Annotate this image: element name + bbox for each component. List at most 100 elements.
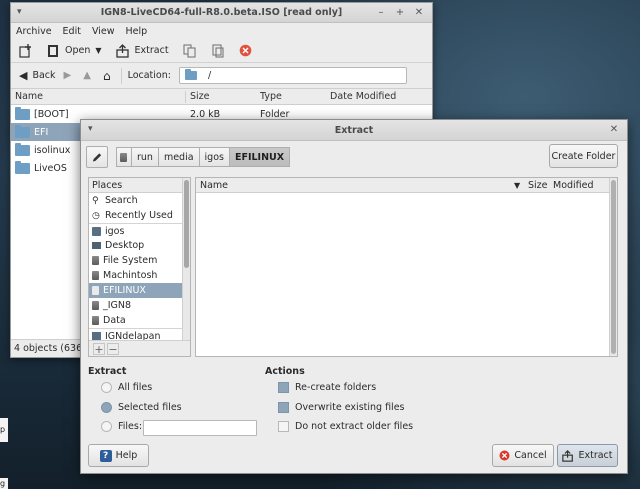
- overwrite-files-checkbox[interactable]: Overwrite existing files: [278, 402, 405, 413]
- menubar: Archive Edit View Help: [11, 23, 432, 39]
- column-size[interactable]: Size: [528, 180, 548, 191]
- column-type[interactable]: Type: [256, 91, 326, 102]
- cancel-label: Cancel: [514, 450, 547, 461]
- home-folder-icon: [92, 226, 101, 236]
- window-menu-icon[interactable]: ▾: [88, 124, 93, 134]
- back-button[interactable]: ◀ Back: [17, 66, 58, 86]
- all-files-label: All files: [118, 382, 153, 393]
- place-data[interactable]: Data: [89, 313, 190, 328]
- chevron-down-icon[interactable]: ▼: [95, 46, 101, 55]
- close-icon[interactable]: ✕: [607, 123, 621, 137]
- archive-titlebar[interactable]: ▾ IGN8-LiveCD64-full-R8.0.beta.ISO [read…: [11, 3, 432, 23]
- drive-icon: [92, 316, 99, 325]
- location-bar: ◀ Back ▶ ▲ ⌂ Location: /: [11, 63, 432, 89]
- recreate-folders-checkbox[interactable]: Re-create folders: [278, 382, 376, 393]
- type-location-button[interactable]: [86, 146, 108, 168]
- column-date-modified[interactable]: Date Modified: [326, 91, 396, 102]
- column-size[interactable]: Size: [186, 91, 256, 102]
- new-archive-button[interactable]: [17, 41, 34, 61]
- add-folder-icon: [212, 43, 224, 58]
- path-label: run: [137, 151, 153, 163]
- place-recently-used[interactable]: ◷ Recently Used: [89, 208, 190, 223]
- folder-icon: [15, 142, 30, 156]
- dialog-titlebar[interactable]: ▾ Extract ✕: [81, 120, 627, 141]
- place-file-system[interactable]: File System: [89, 253, 190, 268]
- place-desktop[interactable]: Desktop: [89, 238, 190, 253]
- extract-button[interactable]: Extract: [114, 41, 171, 61]
- place-search[interactable]: ⚲ Search: [89, 193, 190, 208]
- files-radio[interactable]: Files:: [101, 421, 142, 432]
- place-ign8[interactable]: _IGN8: [89, 298, 190, 313]
- place-label: igos: [105, 225, 125, 237]
- window-menu-icon[interactable]: ▾: [17, 7, 22, 17]
- extract-label: Extract: [134, 45, 169, 56]
- path-segment-efilinux[interactable]: EFILINUX: [228, 147, 291, 167]
- desktop-icon-label-fragment[interactable]: p: [0, 418, 8, 442]
- no-older-files-checkbox[interactable]: Do not extract older files: [278, 421, 413, 432]
- place-igos[interactable]: igos: [89, 223, 190, 238]
- drive-icon: [92, 271, 99, 280]
- add-folder-button[interactable]: [209, 41, 227, 61]
- sort-down-icon[interactable]: ▼: [514, 181, 520, 190]
- add-files-button[interactable]: [181, 41, 199, 61]
- create-folder-button[interactable]: Create Folder: [549, 144, 618, 168]
- clock-icon: ◷: [92, 210, 100, 221]
- column-modified[interactable]: Modified: [553, 180, 594, 191]
- cancel-icon: [499, 450, 510, 461]
- folder-contents: Name ▼ Size Modified: [195, 177, 618, 357]
- overwrite-files-label: Overwrite existing files: [295, 402, 405, 413]
- scroll-thumb[interactable]: [184, 180, 189, 268]
- places-scrollbar[interactable]: [182, 178, 190, 356]
- arrow-right-icon[interactable]: ▶: [64, 70, 72, 81]
- path-segment-run[interactable]: run: [131, 147, 159, 167]
- folder-icon: [15, 106, 30, 120]
- open-button[interactable]: Open ▼: [44, 41, 104, 61]
- arrow-left-icon: ◀: [19, 69, 28, 82]
- checkbox-icon: [278, 382, 289, 393]
- menu-help[interactable]: Help: [126, 26, 148, 37]
- places-sidebar: Places ⚲ Search ◷ Recently Used igos Des…: [88, 177, 191, 357]
- file-type: Folder: [260, 108, 290, 120]
- path-root-button[interactable]: [116, 147, 132, 167]
- desktop-icon-label-fragment[interactable]: g: [0, 478, 8, 489]
- minimize-icon[interactable]: –: [374, 6, 388, 20]
- folder-contents-header: Name ▼ Size Modified: [196, 178, 617, 193]
- add-bookmark-icon[interactable]: +: [93, 342, 105, 355]
- path-segment-igos[interactable]: igos: [198, 147, 230, 167]
- arrow-up-icon[interactable]: ▲: [83, 70, 91, 81]
- menu-archive[interactable]: Archive: [16, 26, 52, 37]
- place-label: _IGN8: [103, 300, 132, 311]
- back-label: Back: [32, 70, 56, 81]
- scroll-thumb[interactable]: [611, 180, 616, 354]
- column-name[interactable]: Name: [11, 91, 185, 102]
- location-field[interactable]: /: [178, 67, 407, 84]
- files-scrollbar[interactable]: [609, 178, 617, 356]
- no-older-files-label: Do not extract older files: [295, 421, 414, 432]
- place-machintosh[interactable]: Machintosh: [89, 268, 190, 283]
- menu-edit[interactable]: Edit: [63, 26, 81, 37]
- cancel-button[interactable]: Cancel: [492, 444, 554, 467]
- all-files-radio[interactable]: All files: [101, 382, 152, 393]
- place-label: Recently Used: [105, 210, 173, 221]
- extract-dialog: ▾ Extract ✕ run media igos EFILINUX Crea…: [80, 119, 628, 474]
- path-segment-media[interactable]: media: [157, 147, 200, 167]
- column-name[interactable]: Name: [200, 180, 228, 191]
- location-label: Location:: [127, 70, 171, 81]
- menu-view[interactable]: View: [92, 26, 115, 37]
- home-icon[interactable]: ⌂: [103, 69, 111, 83]
- maximize-icon[interactable]: +: [393, 6, 407, 20]
- create-folder-label: Create Folder: [551, 150, 616, 162]
- close-icon[interactable]: ✕: [412, 6, 426, 20]
- extract-confirm-button[interactable]: Extract: [557, 444, 618, 467]
- remove-bookmark-icon[interactable]: −: [107, 342, 119, 355]
- toolbar: Open ▼ Extract: [11, 39, 432, 63]
- selected-files-radio[interactable]: Selected files: [101, 402, 182, 413]
- help-button[interactable]: ? Help: [88, 444, 149, 467]
- place-label: Desktop: [105, 240, 145, 251]
- files-pattern-input[interactable]: [143, 420, 257, 436]
- place-efilinux[interactable]: EFILINUX: [89, 283, 190, 298]
- radio-icon: [101, 382, 112, 393]
- places-toolbar: + −: [89, 340, 190, 356]
- stop-button[interactable]: [237, 41, 254, 61]
- new-archive-icon: [19, 43, 31, 58]
